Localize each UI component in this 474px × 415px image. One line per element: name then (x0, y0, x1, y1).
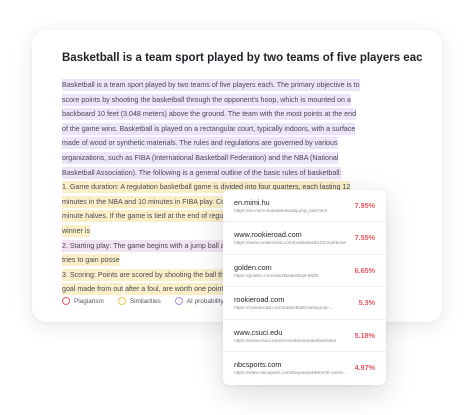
source-row[interactable]: en.mimi.hu https://en.mimi.hu/basketball… (223, 190, 386, 223)
source-domain: golden.com (234, 262, 272, 272)
source-match-percent: 5.3% (358, 298, 375, 308)
legend-similarities[interactable]: Similarities (117, 297, 161, 305)
similarities-dot-icon (117, 297, 126, 305)
source-match-percent: 5.18% (354, 330, 375, 340)
legend-plagiarism[interactable]: Plagiarism (62, 297, 104, 305)
source-row[interactable]: www.rookieroad.com https://www.rookieroa… (223, 222, 386, 255)
source-domain: rookieroad.com (234, 295, 285, 305)
source-url[interactable]: https://en.mimi.hu/basketball/jump_ball.… (234, 209, 354, 214)
source-url[interactable]: https://www.csuci.edu/recreation/basketb… (234, 339, 354, 344)
source-domain: www.rookieroad.com (234, 230, 302, 240)
legend-label: Plagiarism (74, 297, 104, 305)
stage: Basketball is a team sport played by two… (0, 0, 474, 415)
source-match-percent: 4.97% (354, 362, 375, 372)
source-domain: www.csuci.edu (234, 327, 283, 337)
source-url[interactable]: https://rookieroad.com/basketball/rules/… (234, 306, 354, 311)
legend-label: AI probability (186, 297, 224, 305)
source-url[interactable]: https://www.nbcsports.com/bayarea/49ers/… (234, 371, 354, 376)
source-match-percent: 6.65% (354, 265, 375, 275)
legend-label: Similarities (129, 297, 161, 305)
ai-probability-dot-icon (174, 297, 183, 305)
source-match-percent: 7.55% (354, 233, 375, 243)
source-url[interactable]: https://golden.com/wiki/Basketball-8926 (234, 274, 354, 279)
matched-sources-panel: en.mimi.hu https://en.mimi.hu/basketball… (223, 190, 386, 385)
plagiarism-highlight[interactable]: 2. Starting play: The game begins with a… (62, 239, 239, 252)
source-url[interactable]: https://www.rookieroad.com/basketball/10… (234, 241, 354, 246)
source-row[interactable]: nbcsports.com https://www.nbcsports.com/… (223, 352, 386, 384)
source-domain: en.mimi.hu (234, 198, 270, 207)
plagiarism-dot-icon (62, 297, 70, 305)
document-title: Basketball is a team sport played by two… (62, 52, 422, 64)
legend-ai-probability[interactable]: AI probability (174, 297, 224, 305)
source-row[interactable]: rookieroad.com https://rookieroad.com/ba… (223, 287, 386, 320)
source-row[interactable]: golden.com https://golden.com/wiki/Baske… (223, 255, 386, 288)
source-domain: nbcsports.com (234, 359, 282, 369)
ai-highlight[interactable]: Basketball is a team sport played by two… (62, 79, 360, 179)
similarity-highlight[interactable]: 3. Scoring: Points are scored by shootin… (62, 268, 243, 281)
source-row[interactable]: www.csuci.edu https://www.csuci.edu/recr… (223, 320, 386, 352)
source-match-percent: 7.95% (354, 201, 375, 210)
